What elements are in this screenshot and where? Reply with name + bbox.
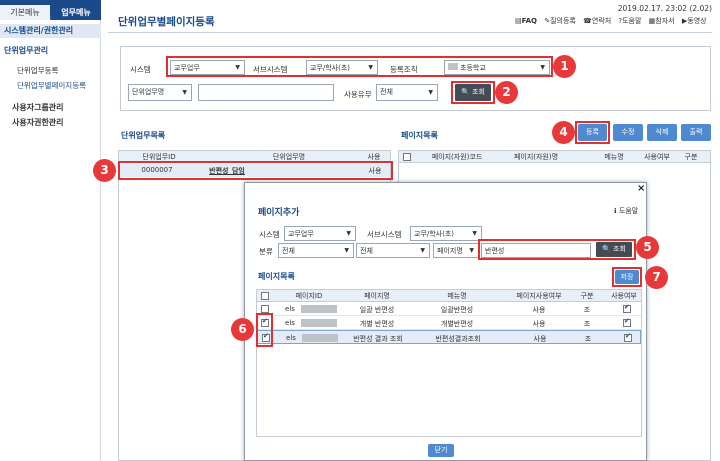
top-links: ▤FAQ ✎질의등록 ☎연락처 ?도움말 ▦참자서 ▶동영상 — [515, 16, 712, 26]
badge-1: 1 — [553, 55, 576, 78]
unit-name-input[interactable] — [198, 84, 334, 101]
modal-subsystem-select[interactable]: 교무/학사(초) ▼ — [410, 226, 482, 241]
modal-title: 페이지추가 — [258, 208, 300, 218]
row-page-name: 개별 반편성 — [359, 320, 395, 328]
col-use-flag: 사용여부 — [644, 153, 670, 161]
row-use-checkbox[interactable] — [624, 332, 632, 342]
highlight-3 — [118, 161, 393, 180]
datetime-display: 2019.02.17. 23:02 (2.02) — [617, 4, 712, 13]
help-link[interactable]: ?도움말 — [618, 17, 641, 25]
modal-system-select[interactable]: 교무업무 ▼ — [284, 226, 356, 241]
use-select[interactable]: 전체 ▼ — [376, 84, 438, 101]
sidebar-item-user-group[interactable]: 사용자그룹관리 — [12, 102, 64, 113]
modal-category-label: 분류 — [259, 247, 273, 256]
row-category: 조 — [583, 320, 591, 328]
unit-name-select[interactable]: 단위업무명 ▼ — [128, 84, 192, 101]
page-list-header: 페이지(자원)코드 페이지(자원)명 메뉴명 사용여부 구분 — [399, 151, 710, 163]
row-page-id: els — [285, 305, 295, 313]
row-category: 조 — [583, 306, 591, 314]
col-modal-category: 구분 — [580, 292, 594, 300]
modal-grid-header: 페이지ID 페이지명 메뉴명 페이지사용여부 구분 사용여부 — [257, 290, 641, 302]
table-row[interactable]: els 개별 반편성 개별반편성 사용 조 — [257, 316, 641, 330]
row-checkbox[interactable] — [261, 305, 269, 313]
badge-4: 4 — [552, 121, 575, 144]
modal-category2-select[interactable]: 전체 ▼ — [356, 243, 430, 258]
help-icon: ℹ — [614, 207, 617, 215]
col-modal-menu: 메뉴명 — [447, 292, 467, 300]
highlight-7 — [612, 267, 642, 287]
col-modal-page-name: 페이지명 — [364, 292, 390, 300]
col-page-code: 페이지(자원)코드 — [431, 153, 483, 161]
col-page-name: 페이지(자원)명 — [513, 153, 559, 161]
badge-6: 6 — [231, 318, 254, 341]
modal-category1-select[interactable]: 전체 ▼ — [278, 243, 354, 258]
row-use-flag: 사용 — [533, 335, 547, 343]
row-category: 조 — [584, 335, 592, 343]
contact-link[interactable]: ☎연락처 — [583, 17, 611, 25]
col-modal-use-flag: 페이지사용여부 — [516, 292, 562, 300]
table-row[interactable]: els 반편성 결과 조회 반편성결과조회 사용 조 — [257, 330, 641, 344]
modal-select-all-checkbox[interactable] — [261, 292, 269, 300]
row-use-flag: 사용 — [532, 306, 546, 314]
row-id-blur — [301, 305, 337, 313]
modal-page-name-select[interactable]: 페이지명 ▼ — [433, 243, 479, 258]
system-label: 시스템 — [130, 65, 151, 74]
row-use-checkbox[interactable] — [623, 303, 631, 313]
use-label: 사용유무 — [344, 90, 372, 99]
row-menu: 일괄반편성 — [440, 306, 474, 314]
row-use-flag: 사용 — [532, 320, 546, 328]
page-list-title: 페이지목록 — [401, 131, 438, 140]
sidebar-item-user-auth[interactable]: 사용자권한관리 — [12, 117, 64, 128]
col-category: 구분 — [684, 153, 698, 161]
edit-button[interactable]: 수정 — [613, 124, 643, 141]
tab-basic-menu[interactable]: 기본메뉴 — [0, 5, 50, 20]
modal-list-title: 페이지목록 — [258, 272, 295, 281]
highlight-1 — [166, 56, 553, 77]
row-use-checkbox[interactable] — [623, 317, 631, 327]
highlight-4 — [575, 121, 610, 144]
video-link[interactable]: ▶동영상 — [682, 17, 707, 25]
badge-2: 2 — [495, 81, 518, 104]
row-page-name: 일괄 반편성 — [359, 306, 395, 314]
badge-3: 3 — [93, 159, 116, 182]
row-menu: 개별반편성 — [440, 320, 474, 328]
page-title: 단위업무별페이지등록 — [118, 16, 215, 28]
header-divider — [108, 32, 712, 33]
modal-subsystem-label: 서브시스템 — [367, 230, 402, 239]
modal-help[interactable]: ℹ 도움말 — [614, 206, 638, 216]
badge-7: 7 — [645, 266, 668, 289]
close-icon[interactable]: × — [637, 183, 645, 194]
row-id-blur — [301, 319, 337, 327]
tab-work-menu[interactable]: 업무메뉴 — [51, 5, 101, 20]
faq-link[interactable]: ▤FAQ — [515, 17, 537, 25]
modal-system-label: 시스템 — [259, 230, 280, 239]
row-page-name: 반편성 결과 조회 — [353, 335, 403, 343]
col-modal-use: 사용여부 — [611, 292, 637, 300]
row-page-id: els — [286, 334, 296, 342]
sidebar-header: 시스템관리/권한관리 — [0, 24, 101, 38]
table-row[interactable]: els 일괄 반편성 일괄반편성 사용 조 — [257, 303, 641, 316]
row-page-id: els — [285, 319, 295, 327]
row-id-blur — [302, 334, 338, 342]
sidebar-section-unit-work[interactable]: 단위업무관리 — [4, 45, 48, 56]
row-menu: 반편성결과조회 — [435, 335, 481, 343]
highlight-2 — [451, 81, 495, 104]
highlight-5 — [478, 239, 636, 260]
question-link[interactable]: ✎질의등록 — [544, 17, 576, 25]
select-all-checkbox[interactable] — [403, 153, 411, 161]
sidebar-item-unit-page-register[interactable]: 단위업무별페이지등록 — [17, 80, 86, 91]
print-button[interactable]: 출력 — [681, 124, 711, 141]
sidebar-item-unit-register[interactable]: 단위업무등록 — [17, 65, 58, 76]
highlight-6 — [256, 313, 273, 347]
delete-button[interactable]: 삭제 — [647, 124, 677, 141]
reference-link[interactable]: ▦참자서 — [649, 17, 675, 25]
modal-close-button[interactable]: 닫기 — [428, 444, 454, 457]
unit-list-title: 단위업무목록 — [121, 131, 166, 140]
col-modal-page-id: 페이지ID — [295, 292, 323, 300]
badge-5: 5 — [636, 236, 659, 259]
